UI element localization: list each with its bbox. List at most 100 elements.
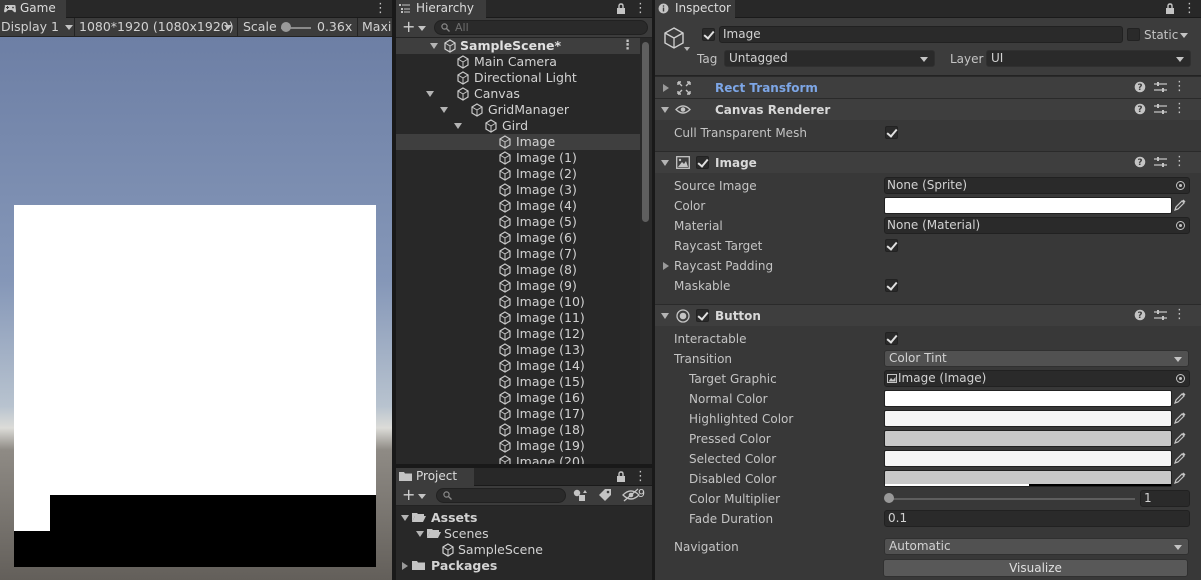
collapse-arrow-icon[interactable] bbox=[663, 84, 669, 92]
hierarchy-item[interactable]: Image (19) bbox=[396, 438, 640, 454]
hierarchy-scrollbar[interactable] bbox=[640, 38, 652, 464]
source-image-field[interactable]: None (Sprite) bbox=[884, 177, 1190, 194]
component-menu-icon[interactable]: ⋮ bbox=[1173, 155, 1186, 169]
object-picker-icon[interactable] bbox=[1176, 221, 1185, 230]
inspector-menu-icon[interactable]: ⋮ bbox=[1183, 2, 1196, 16]
hierarchy-item[interactable]: Gird bbox=[396, 118, 640, 134]
expand-arrow-icon[interactable] bbox=[440, 107, 448, 113]
material-field[interactable]: None (Material) bbox=[884, 217, 1190, 234]
normal-color-swatch[interactable] bbox=[884, 390, 1172, 407]
maximize-on-play-toggle[interactable]: Maxim bbox=[362, 18, 392, 37]
hierarchy-item[interactable]: Directional Light bbox=[396, 70, 640, 86]
presets-icon[interactable] bbox=[1154, 156, 1167, 168]
hierarchy-item[interactable]: Image (20) bbox=[396, 454, 640, 464]
scene-row[interactable]: SampleScene* ⋮ bbox=[396, 38, 640, 54]
help-icon[interactable]: ? bbox=[1134, 156, 1146, 168]
expand-arrow-icon[interactable] bbox=[430, 43, 438, 49]
project-menu-icon[interactable]: ⋮ bbox=[634, 470, 647, 484]
resolution-dropdown[interactable]: 1080*1920 (1080x1920) bbox=[79, 18, 236, 37]
hierarchy-item[interactable]: Image (4) bbox=[396, 198, 640, 214]
hierarchy-item[interactable]: GridManager bbox=[396, 102, 640, 118]
project-search-input[interactable] bbox=[436, 488, 566, 503]
color-multiplier-input[interactable]: 1 bbox=[1140, 490, 1190, 507]
hierarchy-item[interactable]: Image (2) bbox=[396, 166, 640, 182]
navigation-dropdown[interactable]: Automatic bbox=[884, 538, 1189, 555]
highlighted-color-swatch[interactable] bbox=[884, 410, 1172, 427]
hierarchy-item[interactable]: Image (15) bbox=[396, 374, 640, 390]
expand-arrow-icon[interactable] bbox=[426, 91, 434, 97]
hierarchy-item[interactable]: Image (16) bbox=[396, 390, 640, 406]
hierarchy-item[interactable]: Image (18) bbox=[396, 422, 640, 438]
active-checkbox[interactable] bbox=[702, 28, 715, 41]
chevron-down-icon[interactable] bbox=[684, 47, 690, 51]
target-graphic-field[interactable]: Image (Image) bbox=[884, 370, 1190, 387]
button-enabled-checkbox[interactable] bbox=[696, 309, 709, 322]
search-by-type-icon[interactable] bbox=[572, 488, 588, 503]
image-enabled-checkbox[interactable] bbox=[696, 156, 709, 169]
tab-hierarchy[interactable]: Hierarchy bbox=[396, 0, 486, 18]
component-menu-icon[interactable]: ⋮ bbox=[1173, 102, 1186, 116]
pressed-color-swatch[interactable] bbox=[884, 430, 1172, 447]
scale-slider-handle[interactable] bbox=[281, 22, 291, 32]
static-checkbox[interactable] bbox=[1127, 28, 1140, 41]
lock-icon[interactable] bbox=[616, 471, 628, 483]
eyedropper-icon[interactable] bbox=[1174, 392, 1188, 406]
raycast-padding-row[interactable]: Raycast Padding bbox=[655, 256, 1201, 276]
tab-game[interactable]: Game bbox=[0, 0, 66, 18]
hierarchy-item[interactable]: Image (12) bbox=[396, 326, 640, 342]
component-menu-icon[interactable]: ⋮ bbox=[1173, 308, 1186, 322]
color-multiplier-slider-track[interactable] bbox=[888, 498, 1135, 500]
collapse-arrow-icon[interactable] bbox=[402, 562, 408, 570]
hierarchy-item[interactable]: Image (1) bbox=[396, 150, 640, 166]
hierarchy-item[interactable]: Image (9) bbox=[396, 278, 640, 294]
fade-duration-input[interactable]: 0.1 bbox=[884, 510, 1190, 527]
hierarchy-item[interactable]: Main Camera bbox=[396, 54, 640, 70]
hierarchy-item[interactable]: Image (11) bbox=[396, 310, 640, 326]
hierarchy-item[interactable]: Image (5) bbox=[396, 214, 640, 230]
presets-icon[interactable] bbox=[1154, 81, 1167, 93]
hierarchy-item[interactable]: Image (10) bbox=[396, 294, 640, 310]
layer-dropdown[interactable]: UI bbox=[986, 50, 1191, 67]
eyedropper-icon[interactable] bbox=[1174, 432, 1188, 446]
display-dropdown[interactable]: Display 1 bbox=[1, 18, 73, 37]
hierarchy-item[interactable]: Canvas bbox=[396, 86, 640, 102]
hierarchy-scrollbar-thumb[interactable] bbox=[642, 42, 649, 222]
lock-icon[interactable] bbox=[1165, 3, 1177, 15]
project-folder-scenes[interactable]: Scenes bbox=[396, 526, 652, 542]
cull-transparent-mesh-checkbox[interactable] bbox=[885, 126, 898, 139]
hierarchy-item[interactable]: Image bbox=[396, 134, 640, 150]
hierarchy-item[interactable]: Image (6) bbox=[396, 230, 640, 246]
visualize-button[interactable]: Visualize bbox=[883, 559, 1188, 577]
eyedropper-icon[interactable] bbox=[1174, 472, 1188, 486]
project-asset-samplescene[interactable]: SampleScene bbox=[396, 542, 652, 558]
hierarchy-item[interactable]: Image (7) bbox=[396, 246, 640, 262]
color-swatch[interactable] bbox=[884, 197, 1172, 214]
hierarchy-item[interactable]: Image (14) bbox=[396, 358, 640, 374]
create-asset-button[interactable]: + bbox=[402, 487, 428, 504]
tag-dropdown[interactable]: Untagged bbox=[724, 50, 935, 67]
expand-arrow-icon[interactable] bbox=[661, 160, 669, 166]
image-component-header[interactable]: Image ? ⋮ bbox=[655, 151, 1201, 173]
component-menu-icon[interactable]: ⋮ bbox=[1173, 80, 1186, 94]
object-picker-icon[interactable] bbox=[1176, 374, 1185, 383]
help-icon[interactable]: ? bbox=[1134, 309, 1146, 321]
button-component-header[interactable]: Button ? ⋮ bbox=[655, 304, 1201, 326]
project-folder-packages[interactable]: Packages bbox=[396, 558, 652, 574]
tab-project[interactable]: Project bbox=[396, 468, 474, 486]
help-icon[interactable]: ? bbox=[1134, 103, 1146, 115]
eyedropper-icon[interactable] bbox=[1174, 452, 1188, 466]
tab-inspector[interactable]: Inspector bbox=[655, 0, 735, 18]
expand-arrow-icon[interactable] bbox=[416, 531, 424, 537]
transition-dropdown[interactable]: Color Tint bbox=[884, 350, 1189, 367]
selected-color-swatch[interactable] bbox=[884, 450, 1172, 467]
expand-arrow-icon[interactable] bbox=[401, 515, 409, 521]
help-icon[interactable]: ? bbox=[1134, 81, 1146, 93]
expand-arrow-icon[interactable] bbox=[454, 123, 462, 129]
hierarchy-item[interactable]: Image (3) bbox=[396, 182, 640, 198]
scene-menu-icon[interactable]: ⋮ bbox=[621, 39, 634, 53]
static-dropdown-icon[interactable] bbox=[1180, 33, 1188, 38]
create-button[interactable]: + bbox=[402, 19, 428, 36]
canvas-renderer-header[interactable]: Canvas Renderer ? ⋮ bbox=[655, 98, 1201, 120]
object-picker-icon[interactable] bbox=[1176, 181, 1185, 190]
rect-transform-header[interactable]: Rect Transform ? ⋮ bbox=[655, 76, 1201, 98]
